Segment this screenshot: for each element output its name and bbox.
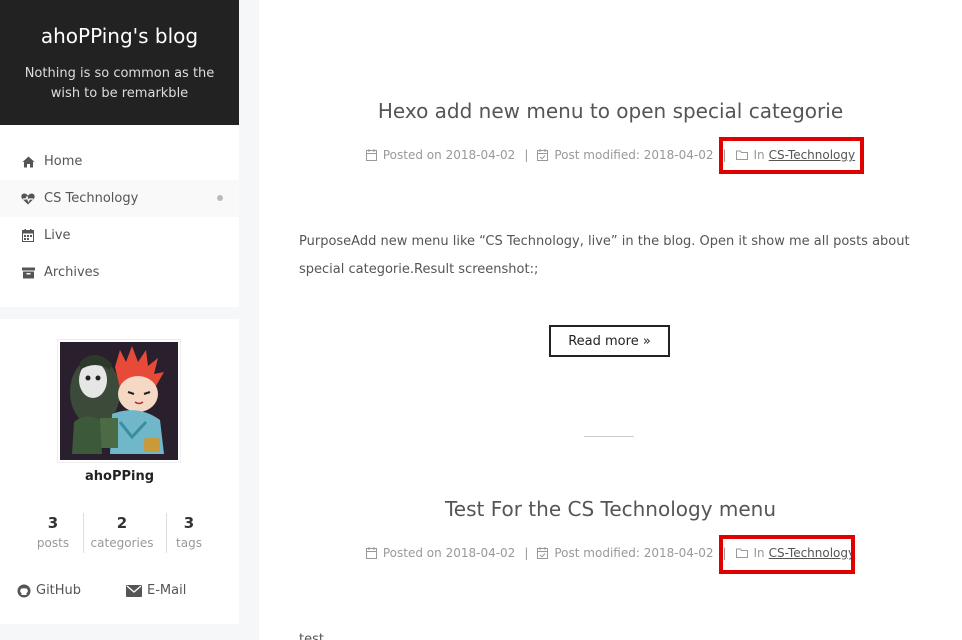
site-title[interactable]: ahoPPing's blog	[0, 24, 239, 48]
avatar	[57, 339, 181, 463]
post-modified-value: 2018-04-02	[643, 546, 714, 560]
highlight-box	[719, 535, 855, 574]
author-profile: ahoPPing 3 posts 2 categories 3 tags Git…	[0, 319, 239, 624]
meta-divider: |	[524, 148, 529, 162]
post-modified-label: Post modified:	[554, 546, 640, 560]
calendar-outline-icon	[365, 547, 377, 559]
post-date-label: Posted on	[382, 148, 442, 162]
avatar-image	[60, 342, 178, 460]
meta-divider: |	[524, 546, 529, 560]
post-meta: Posted on 2018-04-02 | Post modified: 20…	[259, 546, 962, 560]
page: ahoPPing's blog Nothing is so common as …	[0, 0, 962, 640]
stat-posts[interactable]: 3 posts	[35, 514, 71, 550]
menu-item-archives[interactable]: Archives	[0, 254, 239, 291]
stat-tags[interactable]: 3 tags	[172, 514, 206, 550]
post-excerpt: test	[299, 632, 324, 640]
home-icon	[20, 156, 36, 168]
stat-label: categories	[90, 536, 154, 550]
menu-item-label: Home	[44, 154, 83, 169]
post-modified-value: 2018-04-02	[643, 148, 714, 162]
read-more-button[interactable]: Read more »	[549, 325, 670, 357]
menu-item-home[interactable]: Home	[0, 143, 239, 180]
calendar-check-icon	[537, 547, 549, 559]
sidebar-menu: Home CS Technology Live Archives	[0, 125, 239, 307]
menu-item-label: Archives	[44, 265, 100, 280]
stat-count: 2	[116, 514, 128, 532]
menu-item-label: CS Technology	[44, 191, 139, 206]
post-divider	[584, 436, 634, 437]
post-date: Posted on 2018-04-02	[365, 546, 516, 560]
post-modified: Post modified: 2018-04-02	[537, 546, 713, 560]
site-subtitle: Nothing is so common as the wish to be r…	[24, 66, 215, 101]
stat-categories[interactable]: 2 categories	[90, 514, 154, 550]
email-link-label: E-Mail	[147, 583, 187, 598]
post-date: Posted on 2018-04-02	[365, 148, 516, 162]
stat-divider	[166, 513, 167, 553]
site-header: ahoPPing's blog Nothing is so common as …	[0, 0, 239, 125]
github-link[interactable]: GitHub	[17, 583, 81, 598]
stat-count: 3	[47, 514, 59, 532]
envelope-icon	[126, 584, 142, 597]
post-title[interactable]: Hexo add new menu to open special catego…	[259, 99, 962, 123]
calendar-check-icon	[537, 149, 549, 161]
author-name: ahoPPing	[84, 469, 155, 484]
post-title[interactable]: Test For the CS Technology menu	[259, 497, 962, 521]
stat-label: tags	[176, 536, 202, 550]
calendar-outline-icon	[365, 149, 377, 161]
github-icon	[17, 584, 31, 598]
archive-icon	[20, 267, 36, 279]
stat-divider	[83, 513, 84, 553]
active-indicator-dot	[217, 195, 223, 201]
email-link[interactable]: E-Mail	[126, 583, 186, 598]
calendar-icon	[20, 229, 36, 242]
heartbeat-icon	[20, 193, 36, 205]
post-modified-label: Post modified:	[554, 148, 640, 162]
menu-item-live[interactable]: Live	[0, 217, 239, 254]
post-date-value: 2018-04-02	[445, 148, 516, 162]
github-link-label: GitHub	[36, 583, 82, 598]
post-excerpt: PurposeAdd new menu like “CS Technology,…	[299, 234, 910, 277]
stat-count: 3	[183, 514, 195, 532]
main-content: Hexo add new menu to open special catego…	[259, 0, 962, 640]
menu-item-label: Live	[44, 228, 71, 243]
post-date-label: Posted on	[382, 546, 442, 560]
menu-item-cs-technology[interactable]: CS Technology	[0, 180, 239, 217]
post-date-value: 2018-04-02	[445, 546, 516, 560]
highlight-box	[719, 137, 864, 174]
stat-label: posts	[36, 536, 70, 550]
post-modified: Post modified: 2018-04-02	[537, 148, 713, 162]
